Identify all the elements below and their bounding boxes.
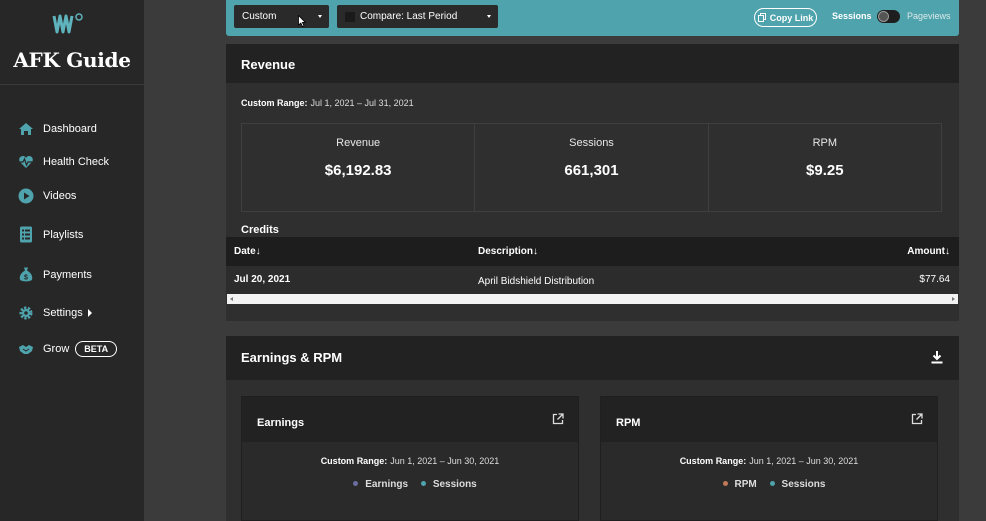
- heartbeat-icon: [19, 156, 33, 168]
- compare-color-swatch: [345, 11, 355, 22]
- sidebar-item-payments[interactable]: $ Payments: [18, 265, 92, 284]
- stat-revenue: Revenue $6,192.83: [242, 124, 476, 211]
- filter-bar: Custom Compare: Last Period Copy Link Se…: [226, 0, 959, 36]
- dropdown-arrow-icon: [318, 15, 322, 18]
- column-header-date[interactable]: Date↓: [234, 246, 261, 257]
- rpm-panel: RPM Custom Range: Jun 1, 2021 – Jun 30, 2…: [600, 396, 938, 521]
- brand-name: AFK Guide: [13, 48, 131, 72]
- sidebar-item-settings[interactable]: Settings: [18, 305, 92, 321]
- date-range-value: Custom: [242, 11, 277, 22]
- gear-icon: [19, 306, 33, 320]
- sidebar-item-label: Dashboard: [43, 123, 97, 135]
- handshake-icon: [19, 345, 33, 354]
- range-label: Custom Range:: [320, 456, 388, 466]
- home-icon: [19, 123, 33, 135]
- earnings-panel: Earnings Custom Range: Jun 1, 2021 – Jun …: [241, 396, 579, 521]
- legend-dot-sessions: [420, 481, 426, 487]
- copy-link-button[interactable]: Copy Link: [754, 8, 817, 27]
- legend-item-rpm[interactable]: RPM: [735, 479, 757, 490]
- toggle-knob: [878, 11, 889, 22]
- sidebar-item-label: Playlists: [43, 228, 84, 241]
- table-row: Jul 20, 2021 April Bidshield Distributio…: [226, 266, 959, 294]
- external-link-icon[interactable]: [911, 413, 923, 425]
- sidebar-item-label: Settings: [43, 307, 83, 319]
- revenue-stats: Revenue $6,192.83 Sessions 661,301 RPM $…: [241, 123, 942, 212]
- copy-link-label: Copy Link: [769, 12, 814, 23]
- panel-title: Earnings: [242, 397, 578, 442]
- panel-title: RPM: [601, 397, 937, 442]
- external-link-icon[interactable]: [552, 413, 564, 425]
- copy-icon: [757, 13, 766, 22]
- stat-value: $9.25: [806, 162, 844, 179]
- scroll-right-icon[interactable]: [952, 297, 955, 301]
- legend-dot-earnings: [353, 481, 359, 487]
- sidebar-item-dashboard[interactable]: Dashboard: [18, 121, 97, 137]
- dropdown-arrow-icon: [487, 15, 491, 18]
- sidebar-item-grow[interactable]: Grow BETA: [18, 341, 118, 357]
- sessions-pageviews-toggle[interactable]: [877, 10, 900, 23]
- stat-label: Sessions: [569, 137, 614, 149]
- earnings-rpm-title: Earnings & RPM: [226, 336, 959, 380]
- stat-rpm: RPM $9.25: [709, 124, 941, 211]
- sidebar-item-label: Grow: [43, 343, 70, 355]
- stat-value: 661,301: [564, 162, 619, 179]
- revenue-date-range: Custom Range: Jul 1, 2021 – Jul 31, 2021: [241, 98, 414, 108]
- cell-description: April Bidshield Distribution: [478, 276, 595, 287]
- column-header-amount[interactable]: Amount↓: [907, 246, 950, 257]
- legend-item-sessions[interactable]: Sessions: [782, 479, 826, 490]
- stat-label: RPM: [812, 137, 838, 149]
- sidebar-item-health-check[interactable]: Health Check: [18, 154, 109, 170]
- list-icon: [20, 226, 32, 243]
- sidebar: AFK Guide Dashboard Health Check Videos …: [0, 0, 144, 521]
- range-value: Jul 1, 2021 – Jul 31, 2021: [310, 98, 414, 108]
- scroll-left-icon[interactable]: [230, 297, 233, 301]
- toggle-label-sessions: Sessions: [832, 11, 872, 21]
- panel-date-range: Custom Range: Jun 1, 2021 – Jun 30, 2021: [242, 456, 578, 466]
- range-value: Jun 1, 2021 – Jun 30, 2021: [749, 456, 859, 466]
- chart-legend: RPM Sessions: [601, 479, 937, 490]
- money-bag-icon: $: [19, 267, 33, 282]
- sidebar-item-videos[interactable]: Videos: [18, 188, 76, 204]
- sidebar-item-playlists[interactable]: Playlists: [18, 225, 83, 244]
- legend-dot-sessions: [769, 481, 775, 487]
- sidebar-item-label: Health Check: [43, 156, 110, 168]
- revenue-title: Revenue: [226, 44, 959, 83]
- brand-logo-icon: [52, 13, 83, 34]
- legend-item-sessions[interactable]: Sessions: [433, 479, 477, 490]
- horizontal-scrollbar[interactable]: [227, 294, 958, 304]
- download-icon[interactable]: [930, 350, 944, 364]
- svg-text:$: $: [24, 275, 28, 282]
- column-header-description[interactable]: Description↓: [478, 246, 538, 257]
- compare-select[interactable]: Compare: Last Period: [337, 5, 498, 28]
- credits-table-header: Date↓ Description↓ Amount↓: [226, 237, 959, 266]
- credits-title: Credits: [241, 224, 279, 236]
- date-range-select[interactable]: Custom: [234, 5, 329, 28]
- compare-value: Compare: Last Period: [360, 11, 458, 22]
- mouse-cursor-icon: [298, 15, 306, 27]
- legend-dot-rpm: [722, 481, 728, 487]
- stat-label: Revenue: [336, 137, 381, 149]
- range-label: Custom Range:: [241, 98, 308, 108]
- sidebar-item-label: Videos: [43, 190, 77, 202]
- beta-badge: BETA: [75, 341, 118, 357]
- revenue-card: Revenue Custom Range: Jul 1, 2021 – Jul 3…: [226, 44, 959, 321]
- toggle-label-pageviews: Pageviews: [907, 11, 951, 21]
- stat-value: $6,192.83: [324, 162, 392, 179]
- cell-date: Jul 20, 2021: [234, 274, 291, 285]
- legend-item-earnings[interactable]: Earnings: [365, 479, 408, 490]
- panel-date-range: Custom Range: Jun 1, 2021 – Jun 30, 2021: [601, 456, 937, 466]
- stat-sessions: Sessions 661,301: [475, 124, 709, 211]
- chart-legend: Earnings Sessions: [242, 479, 578, 490]
- sidebar-item-label: Payments: [43, 268, 92, 281]
- play-circle-icon: [18, 188, 34, 204]
- earnings-rpm-card: Earnings & RPM Earnings Custom Range: Jun…: [226, 336, 959, 521]
- range-label: Custom Range:: [679, 456, 747, 466]
- logo-area: AFK Guide: [0, 0, 144, 85]
- cell-amount: $77.64: [919, 274, 950, 285]
- range-value: Jun 1, 2021 – Jun 30, 2021: [390, 456, 500, 466]
- caret-right-icon: [87, 309, 92, 317]
